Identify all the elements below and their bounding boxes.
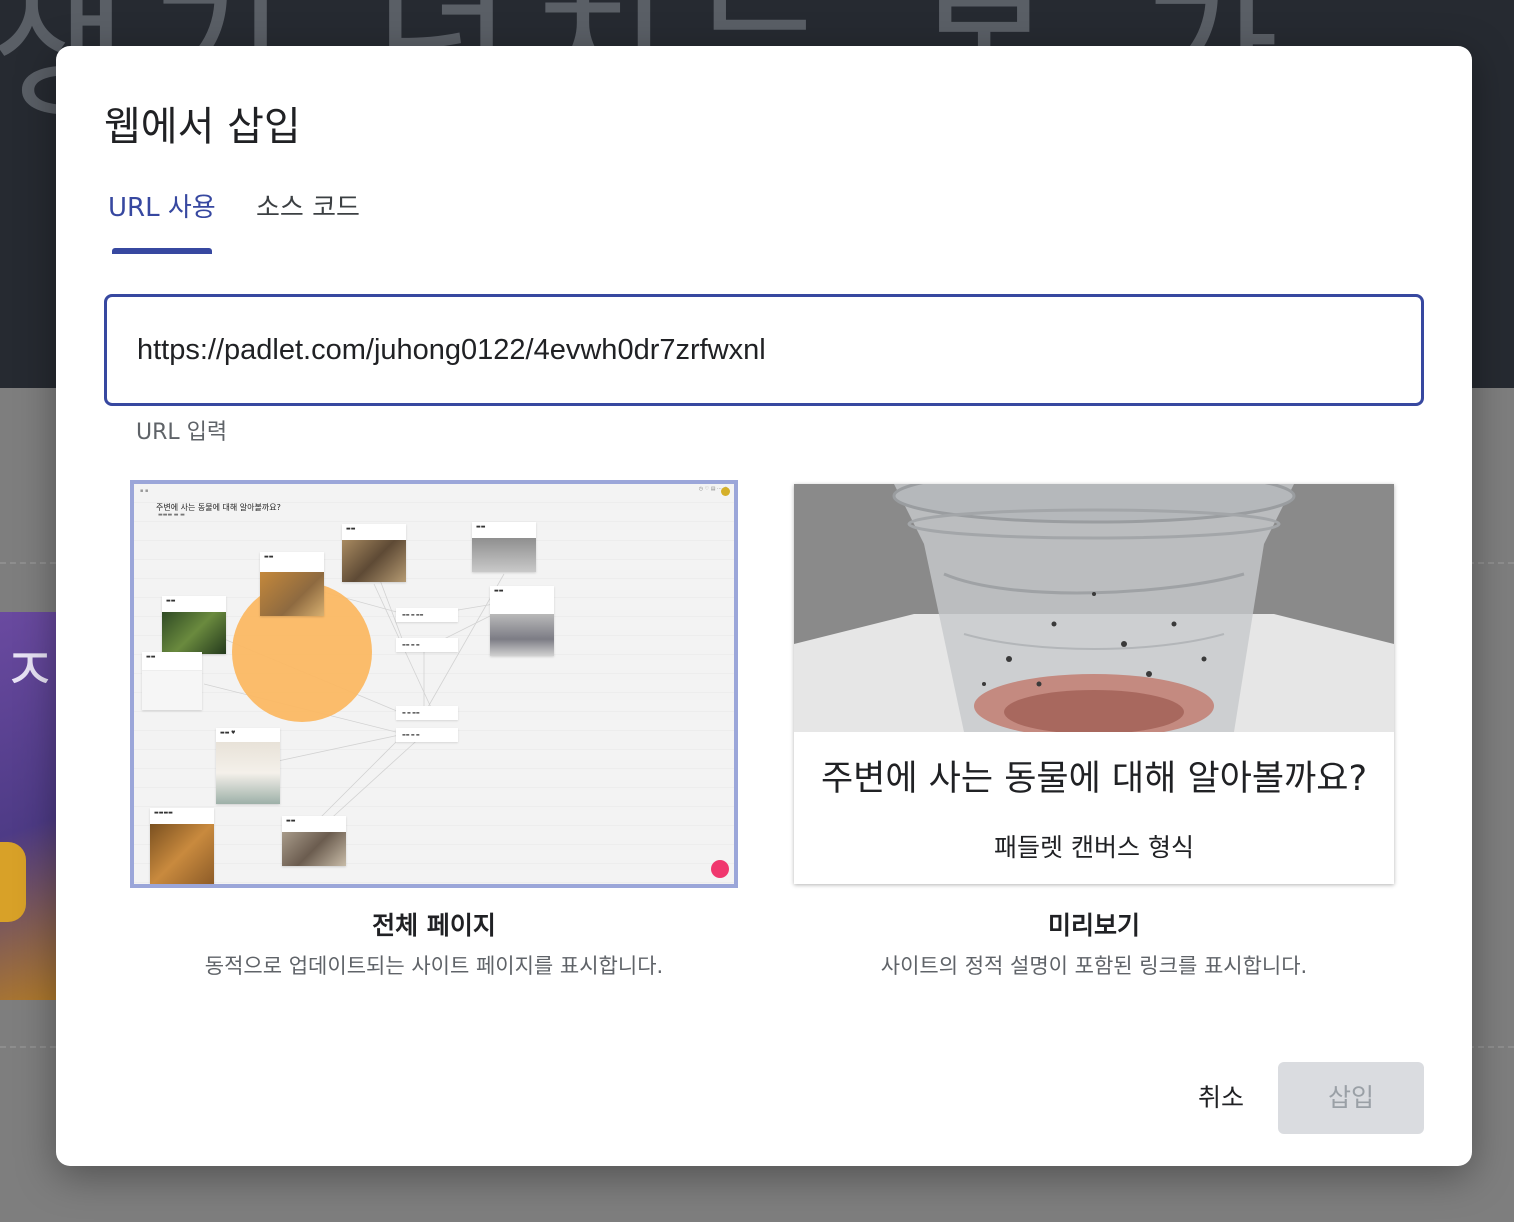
tab-source-code[interactable]: 소스 코드	[256, 188, 360, 254]
padlet-thumbnail: ▪ ▪ ◷ ♡ ▤ ⋯ ◎ 주변에 사는 동물에 대해 알아볼까요? ▬▬▬ ▬…	[134, 484, 734, 884]
post-card: ▬▬	[490, 586, 554, 656]
preview-image	[794, 484, 1394, 732]
url-input[interactable]	[137, 327, 1377, 373]
post-image	[282, 832, 346, 866]
post-image	[472, 538, 536, 572]
post-card: ▬▬	[260, 552, 324, 616]
preview-photo	[794, 484, 1394, 732]
preview-label: 미리보기	[1047, 911, 1140, 940]
full-page-description: 동적으로 업데이트되는 사이트 페이지를 표시합니다.	[204, 954, 664, 978]
note-card: ▬▬ ▬ ▬▬	[396, 608, 458, 622]
post-card: ▬▬	[472, 522, 536, 572]
background-thumbnail-glyph: ㅈ	[2, 636, 58, 706]
post-image	[150, 824, 214, 884]
embed-dialog: 웹에서 삽입 URL 사용 소스 코드 URL 입력 ▪ ▪ ◷ ♡ ▤ ⋯ ◎…	[56, 46, 1472, 1166]
active-tab-indicator	[112, 248, 212, 254]
preview-title: 주변에 사는 동물에 대해 알아볼까요?	[820, 759, 1368, 799]
url-field[interactable]	[104, 294, 1424, 406]
note-card: ▬▬ ▬ ▬	[396, 728, 458, 742]
post-image	[342, 540, 406, 582]
preview-subtitle: 패들렛 캔버스 형식	[994, 833, 1194, 862]
post-card: ▬▬	[282, 816, 346, 866]
post-image	[260, 572, 324, 616]
full-page-option[interactable]: ▪ ▪ ◷ ♡ ▤ ⋯ ◎ 주변에 사는 동물에 대해 알아볼까요? ▬▬▬ ▬…	[130, 480, 738, 888]
full-page-label: 전체 페이지	[372, 911, 496, 940]
post-card: ▬▬ ♥	[216, 728, 280, 804]
preview-option[interactable]: 주변에 사는 동물에 대해 알아볼까요? 패들렛 캔버스 형식	[794, 484, 1394, 884]
insert-button[interactable]: 삽입	[1278, 1062, 1424, 1134]
post-image	[490, 614, 554, 656]
tab-url[interactable]: URL 사용	[108, 188, 216, 254]
cancel-button[interactable]: 취소	[1174, 1062, 1268, 1134]
dialog-title: 웹에서 삽입	[104, 104, 301, 150]
post-image	[142, 670, 202, 710]
background-thumbnail-shape	[0, 842, 26, 922]
post-image	[216, 742, 280, 804]
add-post-button	[711, 860, 729, 878]
post-card: ▬▬	[142, 652, 202, 710]
post-card: ▬▬	[342, 524, 406, 582]
connection-lines	[203, 563, 505, 855]
background-thumbnail: ㅈ	[0, 612, 60, 1000]
url-helper-text: URL 입력	[136, 420, 228, 445]
post-card: ▬▬	[162, 596, 226, 654]
post-image	[162, 612, 226, 654]
post-card: ▬▬▬▬	[150, 808, 214, 884]
preview-description: 사이트의 정적 설명이 포함된 링크를 표시합니다.	[880, 954, 1308, 978]
note-card: ▬ ▬ ▬▬	[396, 706, 458, 720]
note-card: ▬▬ ▬ ▬	[396, 638, 458, 652]
